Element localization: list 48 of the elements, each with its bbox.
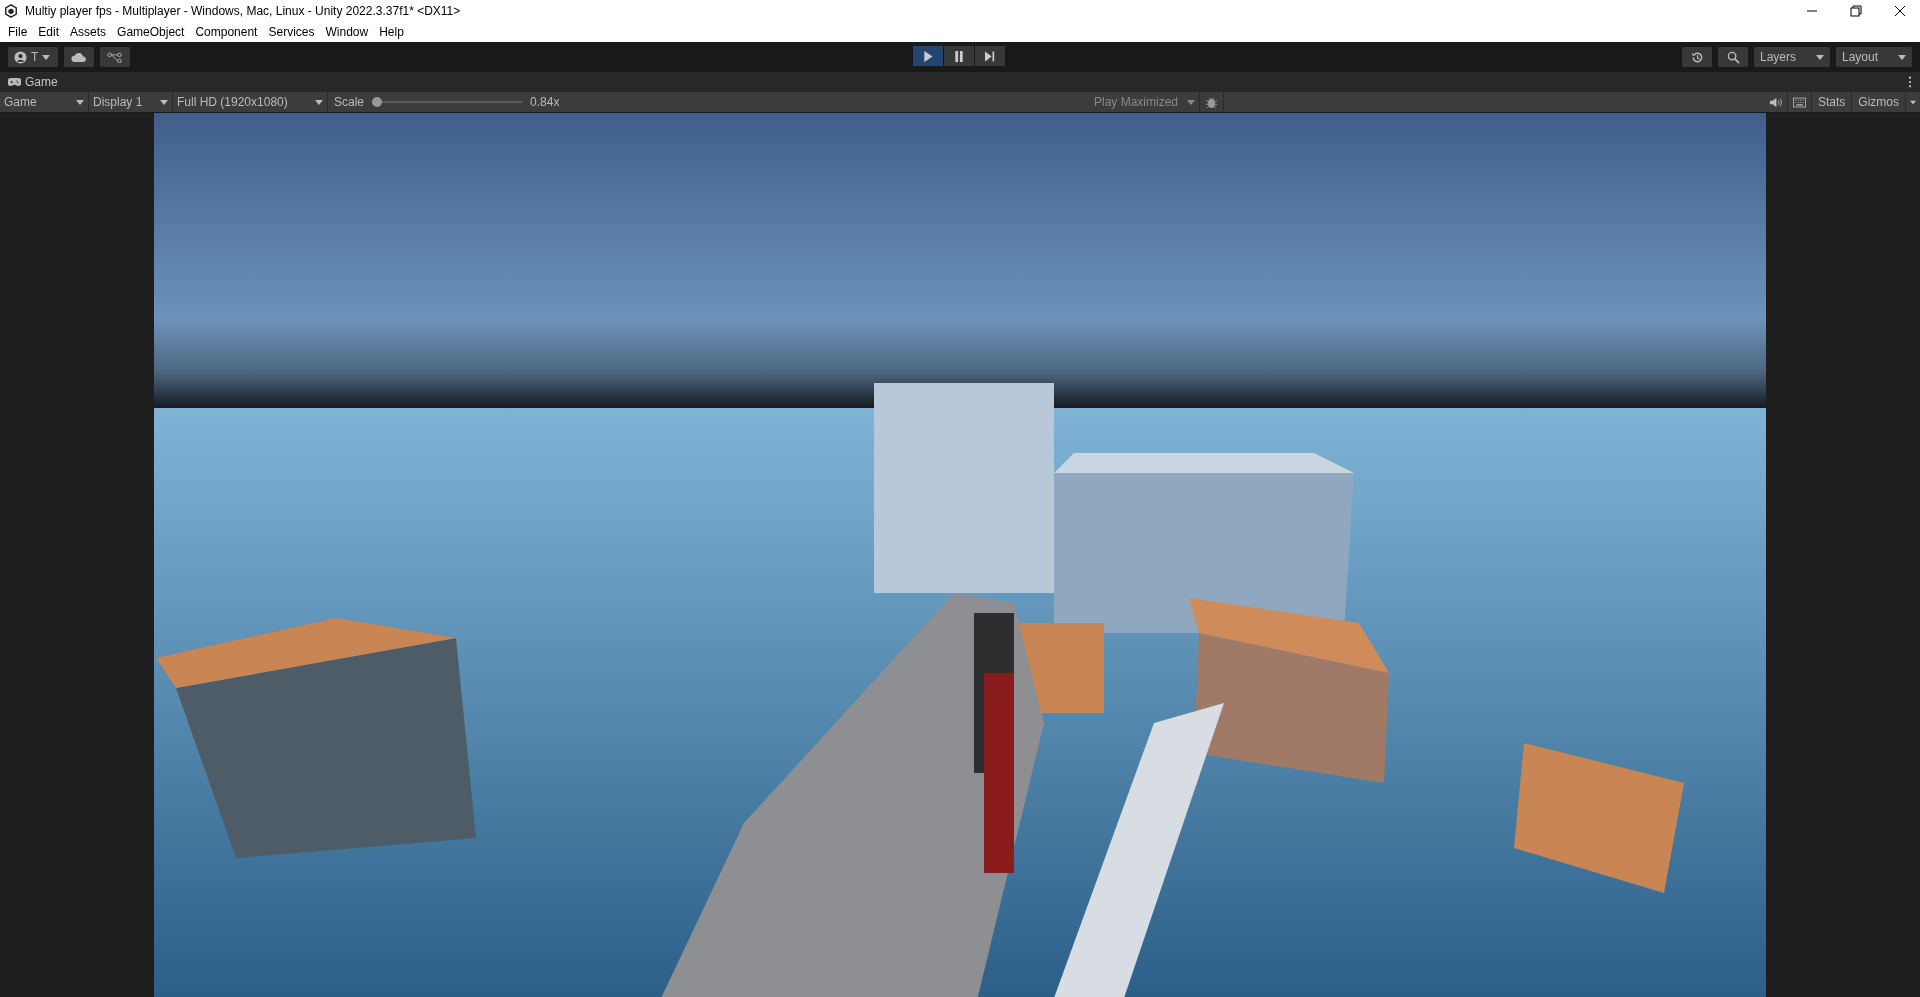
scale-slider[interactable] bbox=[372, 96, 523, 108]
scale-label: Scale bbox=[334, 95, 365, 109]
account-dropdown[interactable]: T bbox=[8, 47, 58, 67]
caret-icon bbox=[160, 99, 168, 105]
history-icon bbox=[1690, 50, 1704, 64]
window-title: Multiy player fps - Multiplayer - Windows, Mac, Linux - Unity 2022.3.37f1* <DX11> bbox=[25, 4, 461, 18]
menu-item[interactable]: Services bbox=[264, 25, 322, 39]
step-button[interactable] bbox=[975, 46, 1005, 66]
menu-item[interactable]: Edit bbox=[34, 25, 67, 39]
keyboard-icon bbox=[1792, 95, 1806, 109]
layers-dropdown[interactable]: Layers bbox=[1754, 47, 1830, 67]
version-control-button[interactable] bbox=[100, 47, 130, 67]
history-button[interactable] bbox=[1682, 47, 1712, 67]
more-options-icon[interactable] bbox=[1908, 76, 1912, 88]
step-icon bbox=[985, 50, 995, 62]
play-icon bbox=[923, 50, 933, 62]
pause-icon bbox=[954, 50, 964, 62]
caret-icon bbox=[1816, 54, 1824, 60]
branch-icon bbox=[107, 51, 123, 63]
caret-icon bbox=[76, 99, 84, 105]
menu-item[interactable]: Window bbox=[321, 25, 376, 39]
game-tab[interactable]: Game bbox=[8, 75, 58, 89]
caret-icon bbox=[42, 54, 51, 60]
search-button[interactable] bbox=[1718, 47, 1748, 67]
caret-icon bbox=[315, 99, 323, 105]
menu-item[interactable]: GameObject bbox=[113, 25, 192, 39]
slider-thumb[interactable] bbox=[372, 97, 383, 107]
layout-dropdown[interactable]: Layout bbox=[1836, 47, 1912, 67]
gamepad-icon bbox=[8, 78, 21, 86]
bug-icon bbox=[1204, 95, 1218, 109]
cloud-button[interactable] bbox=[64, 47, 94, 67]
cloud-icon bbox=[71, 51, 87, 63]
menu-item[interactable]: Assets bbox=[66, 25, 114, 39]
caret-icon bbox=[1898, 54, 1906, 60]
scale-reading: 0.84x bbox=[530, 95, 560, 109]
pause-button[interactable] bbox=[944, 46, 974, 66]
menu-item[interactable]: Component bbox=[191, 25, 265, 39]
close-icon[interactable] bbox=[1894, 5, 1906, 17]
user-icon bbox=[14, 50, 27, 64]
search-icon bbox=[1726, 50, 1740, 64]
menu-item[interactable]: Help bbox=[375, 25, 411, 39]
speaker-icon bbox=[1768, 95, 1782, 109]
restore-icon[interactable] bbox=[1850, 5, 1862, 17]
unity-logo-icon bbox=[4, 4, 18, 18]
menu-item[interactable]: File bbox=[4, 25, 35, 39]
caret-icon bbox=[1910, 99, 1916, 105]
play-button[interactable] bbox=[913, 46, 943, 66]
caret-icon bbox=[1186, 99, 1195, 105]
